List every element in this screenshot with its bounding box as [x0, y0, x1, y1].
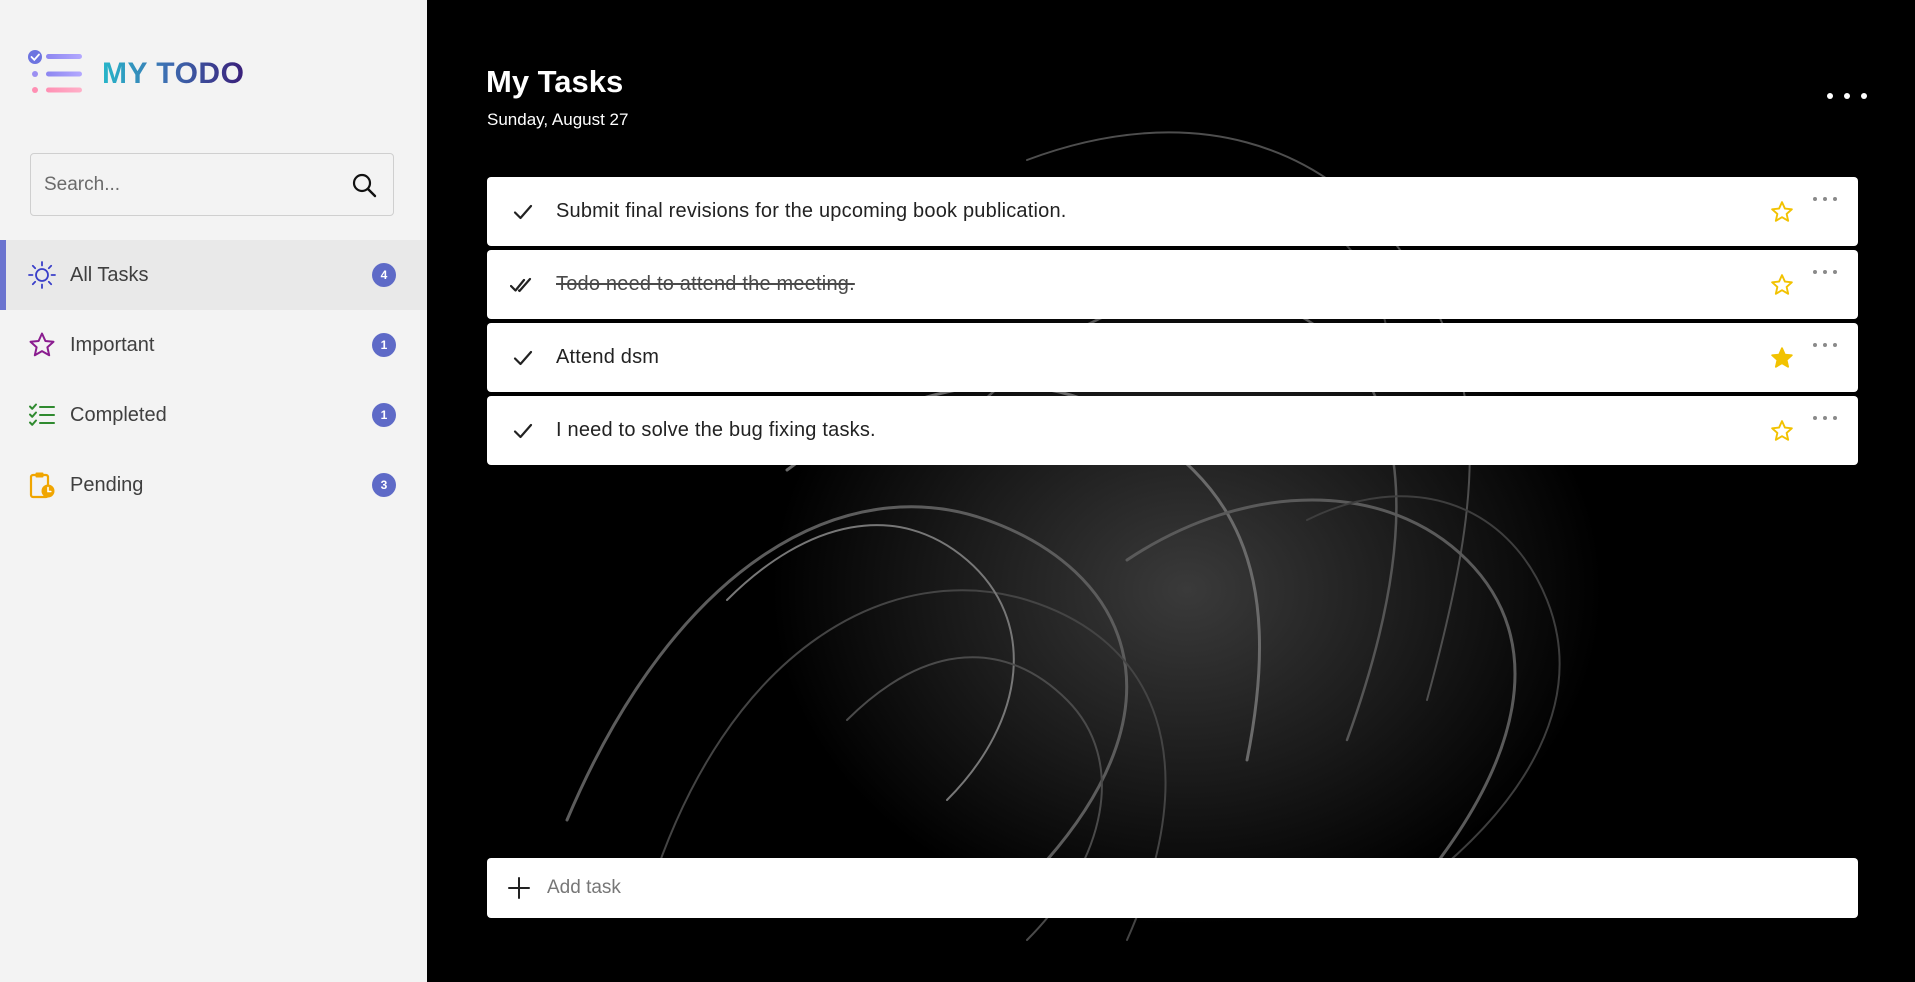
sidebar-item-all-tasks[interactable]: All Tasks 4 — [0, 240, 427, 310]
dot — [1813, 197, 1817, 201]
check-icon[interactable] — [509, 417, 537, 445]
star-outline-icon[interactable] — [1769, 418, 1795, 444]
sidebar-item-pending[interactable]: Pending 3 — [0, 450, 427, 520]
task-text: Attend dsm — [556, 346, 660, 368]
task-text: I need to solve the bug fixing tasks. — [556, 419, 876, 441]
star-filled-icon[interactable] — [1769, 345, 1795, 371]
plus-icon[interactable] — [505, 874, 533, 902]
sidebar-item-label: All Tasks — [70, 263, 149, 286]
dot — [1813, 416, 1817, 420]
dot — [1813, 270, 1817, 274]
dot — [1823, 270, 1827, 274]
star-outline-icon[interactable] — [1769, 199, 1795, 225]
main-panel: My Tasks Sunday, August 27 Submit final … — [427, 0, 1915, 982]
app-logo: MY TODO — [28, 50, 244, 98]
check-icon[interactable] — [509, 198, 537, 226]
clipboard-clock-icon — [28, 471, 56, 499]
task-more-button[interactable] — [1813, 416, 1837, 424]
check-icon[interactable] — [509, 344, 537, 372]
app-name: MY TODO — [102, 57, 245, 90]
dot — [1827, 93, 1833, 99]
task-list: Submit final revisions for the upcoming … — [487, 177, 1858, 469]
dot — [1833, 343, 1837, 347]
sidebar-item-completed[interactable]: Completed 1 — [0, 380, 427, 450]
task-text: Todo need to attend the meeting. — [556, 273, 855, 295]
task-item[interactable]: I need to solve the bug fixing tasks. — [487, 396, 1858, 465]
sidebar: MY TODO All Tasks 4 — [0, 0, 427, 982]
dot — [1823, 416, 1827, 420]
sidebar-item-label: Important — [70, 333, 155, 356]
task-text: Submit final revisions for the upcoming … — [556, 200, 1067, 222]
sidebar-item-label: Completed — [70, 403, 167, 426]
checklist-icon — [28, 401, 56, 429]
task-item[interactable]: Submit final revisions for the upcoming … — [487, 177, 1858, 246]
dot — [1833, 416, 1837, 420]
add-task-input[interactable] — [547, 858, 1858, 918]
count-badge: 1 — [372, 403, 396, 427]
count-badge: 1 — [372, 333, 396, 357]
search-icon — [352, 173, 377, 197]
background-image — [565, 131, 1561, 941]
todo-list-logo-icon — [28, 50, 82, 93]
star-outline-icon[interactable] — [1769, 272, 1795, 298]
dot — [1823, 343, 1827, 347]
add-task-bar — [487, 858, 1858, 918]
dot — [1813, 343, 1817, 347]
task-more-button[interactable] — [1813, 343, 1837, 351]
page-title: My Tasks — [486, 64, 624, 99]
dot — [1861, 93, 1867, 99]
search-input[interactable] — [31, 154, 335, 215]
task-item[interactable]: Todo need to attend the meeting. — [487, 250, 1858, 319]
double-check-icon[interactable] — [509, 271, 537, 299]
sidebar-item-important[interactable]: Important 1 — [0, 310, 427, 380]
sidebar-item-label: Pending — [70, 473, 144, 496]
sun-icon — [28, 261, 56, 289]
count-badge: 3 — [372, 473, 396, 497]
dot — [1823, 197, 1827, 201]
search-box — [30, 153, 394, 216]
dot — [1844, 93, 1850, 99]
dot — [1833, 270, 1837, 274]
task-more-button[interactable] — [1813, 197, 1837, 205]
count-badge: 4 — [372, 263, 396, 287]
dot — [1833, 197, 1837, 201]
task-more-button[interactable] — [1813, 270, 1837, 278]
task-item[interactable]: Attend dsm — [487, 323, 1858, 392]
more-options-button[interactable] — [1827, 88, 1867, 104]
sidebar-nav: All Tasks 4 Important 1 Completed 1 Pend… — [0, 240, 427, 520]
search-button[interactable] — [335, 154, 393, 215]
star-icon — [28, 331, 56, 359]
page-date: Sunday, August 27 — [487, 110, 629, 129]
